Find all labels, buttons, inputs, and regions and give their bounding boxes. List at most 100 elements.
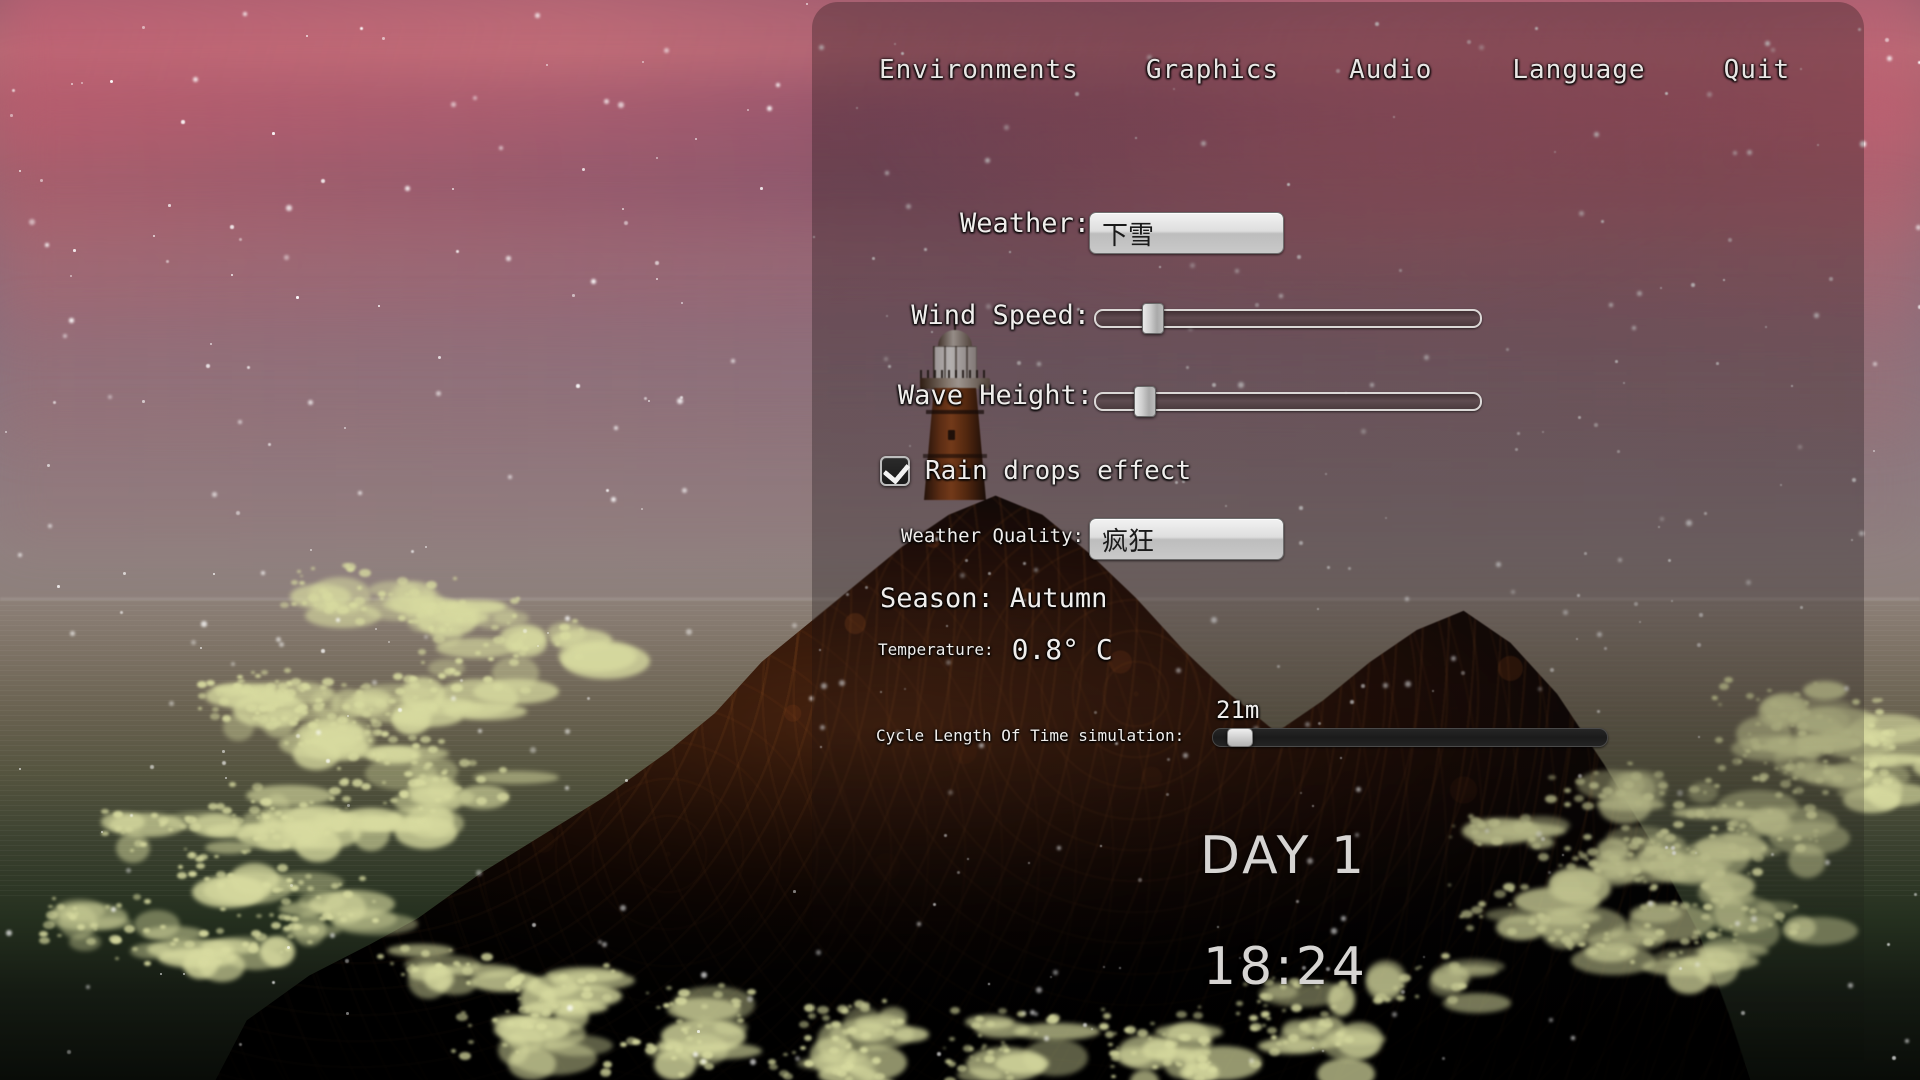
foam-speck [492,1018,498,1022]
foam-speck [274,704,278,707]
foam-speck [109,935,121,943]
foam-speck [300,575,303,577]
foam-speck [488,657,494,661]
wave-height-thumb[interactable] [1134,386,1156,417]
temperature-value: 0.8° C [1011,633,1113,666]
foam-speck [331,883,339,889]
foam-speck [562,985,566,988]
foam-speck [442,966,446,969]
cycle-length-track[interactable] [1212,728,1608,747]
foam-speck [536,1023,547,1030]
foam-speck [382,781,386,784]
foam-speck [144,899,151,904]
foam-speck [322,592,333,600]
foam-speck [459,600,466,605]
foam-speck [298,880,304,885]
foam-speck [468,1040,474,1044]
foam-speck [832,1069,841,1075]
cycle-length-label: Cycle Length Of Time simulation: [876,726,1185,745]
foam-speck [266,683,276,690]
foam-speck [52,897,56,900]
foam-speck [665,1044,673,1050]
wind-speed-slider[interactable] [1094,303,1482,334]
foam-speck [261,670,268,675]
foam-speck [408,735,417,741]
rain-drops-checkbox[interactable] [880,456,911,486]
weather-quality-dropdown[interactable]: 疯狂 [1089,518,1284,560]
cycle-length-slider[interactable] [1212,726,1608,748]
foam-speck [515,988,520,992]
foam-speck [388,736,398,743]
tab-graphics[interactable]: Graphics [1146,55,1279,85]
foam-speck [204,877,210,881]
foam-speck [440,602,446,606]
foam-speck [333,823,345,831]
tab-audio[interactable]: Audio [1349,55,1432,85]
foam-speck [337,606,349,614]
foam-patch [101,812,145,832]
foam-speck [404,771,413,777]
foam-speck [1882,778,1893,785]
foam-speck [285,947,291,951]
wind-speed-thumb[interactable] [1142,303,1164,334]
foam-speck [356,736,362,740]
foam-speck [284,741,289,745]
foam-speck [516,597,520,600]
foam-speck [212,707,219,712]
foam-speck [219,698,229,705]
foam-speck [468,1024,472,1027]
foam-speck [339,779,349,786]
foam-speck [420,736,431,743]
foam-speck [737,1018,744,1023]
foam-speck [305,874,312,879]
foam-speck [115,957,119,960]
foam-speck [125,827,133,832]
foam-speck [261,693,264,695]
foam-speck [462,967,473,975]
foam-speck [412,743,420,749]
foam-speck [581,991,593,999]
wave-height-slider[interactable] [1094,386,1482,417]
foam-speck [196,863,205,869]
foam-speck [456,1013,468,1021]
tab-environments[interactable]: Environments [879,55,1079,85]
foam-speck [256,914,262,918]
foam-speck [603,1061,612,1068]
foam-speck [222,715,231,722]
foam-speck [520,687,531,694]
foam-speck [342,796,351,802]
foam-speck [101,809,109,814]
foam-speck [360,686,364,688]
foam-speck [845,1076,853,1080]
foam-speck [282,843,290,848]
foam-speck [1198,1062,1209,1070]
foam-speck [268,811,271,813]
weather-label: Weather: [959,208,1090,239]
foam-speck [483,643,489,647]
foam-speck [143,928,150,933]
season-row: Season: Autumn [880,583,1107,614]
foam-speck [315,719,319,722]
foam-speck [403,675,415,683]
foam-speck [326,915,334,920]
tab-language[interactable]: Language [1512,55,1645,85]
foam-speck [428,746,438,753]
weather-quality-row: Weather Quality: [876,525,1084,547]
foam-speck [574,1007,577,1009]
foam-speck [697,1024,703,1028]
foam-speck [77,924,85,930]
foam-speck [425,762,433,767]
foam-speck [173,938,179,942]
tab-quit[interactable]: Quit [1724,55,1791,85]
foam-speck [283,926,291,931]
foam-speck [383,802,387,804]
foam-speck [439,627,446,632]
foam-speck [381,731,389,737]
rain-drops-row[interactable]: Rain drops effect [880,456,1191,486]
foam-speck [298,704,308,711]
weather-dropdown[interactable]: 下雪 [1089,212,1284,254]
foam-speck [385,712,391,716]
foam-speck [337,767,341,770]
cycle-length-thumb[interactable] [1227,728,1253,747]
foam-speck [341,683,347,687]
